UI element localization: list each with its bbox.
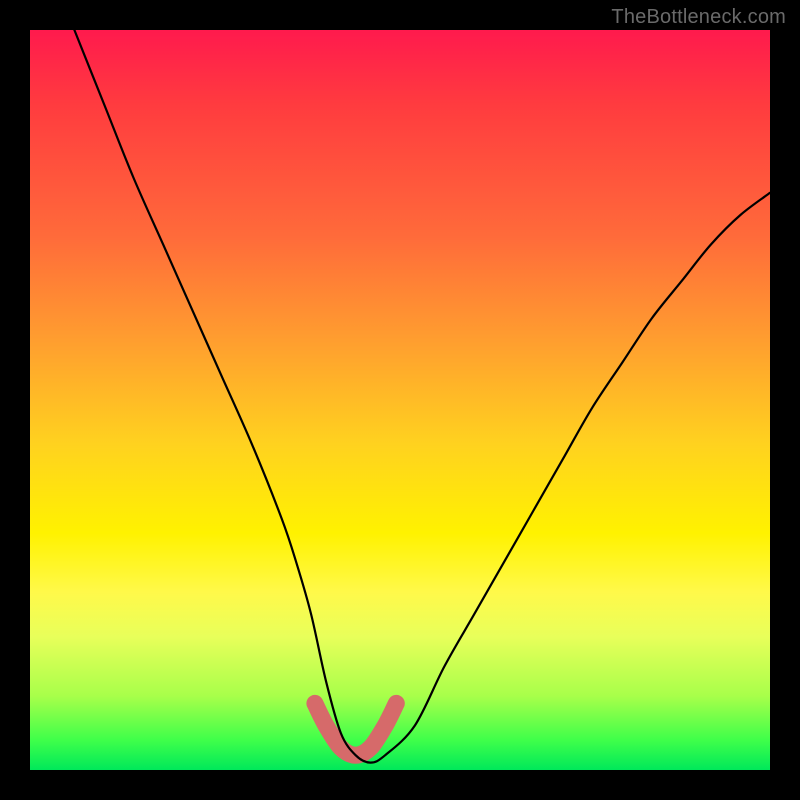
watermark-text: TheBottleneck.com <box>611 6 786 29</box>
plot-area <box>30 30 770 770</box>
curve-layer <box>30 30 770 770</box>
bottleneck-curve-path <box>74 30 770 763</box>
highlight-path <box>315 703 396 755</box>
chart-frame: TheBottleneck.com <box>0 0 800 800</box>
